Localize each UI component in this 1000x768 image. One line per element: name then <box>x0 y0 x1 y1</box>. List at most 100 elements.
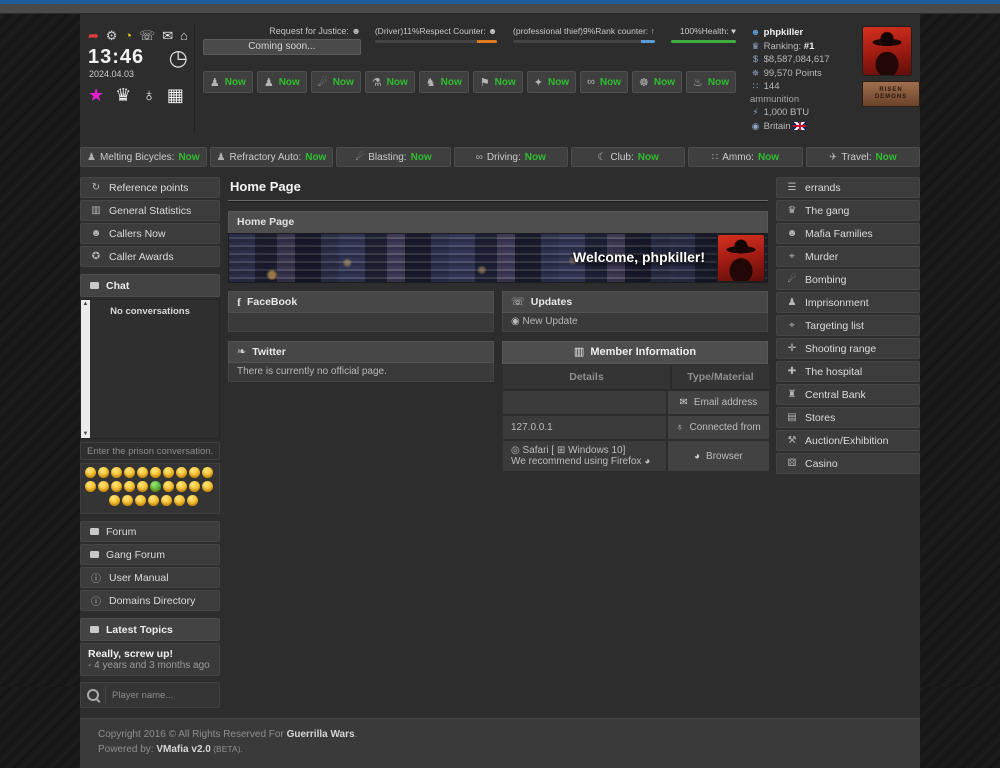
grid-icon[interactable]: ▦ <box>167 85 184 106</box>
quick-action-button[interactable]: ⚗ Now <box>365 71 415 93</box>
emoji-icon[interactable] <box>163 467 174 478</box>
settings-icon[interactable]: ⚙ <box>106 28 118 44</box>
quick-action-button[interactable]: ♟ Now <box>203 71 253 93</box>
emoji-icon[interactable] <box>150 467 161 478</box>
updates-item[interactable]: ◉ New Update <box>502 313 768 332</box>
sidebar-item[interactable]: ⚒ Auction/Exhibition <box>776 430 920 451</box>
sidebar-item[interactable]: ♟ Imprisonment <box>776 292 920 313</box>
sidebar-item[interactable]: ♜ Central Bank <box>776 384 920 405</box>
emoji-icon[interactable] <box>98 467 109 478</box>
sidebar-item[interactable]: ✚ The hospital <box>776 361 920 382</box>
emoji-icon[interactable] <box>124 467 135 478</box>
chat-input[interactable] <box>80 442 220 460</box>
quick-action-icon: ⚗ <box>372 76 382 89</box>
emoji-icon[interactable] <box>137 481 148 492</box>
emoji-icon[interactable] <box>137 467 148 478</box>
facebook-panel-body <box>228 313 494 332</box>
emoji-icon[interactable] <box>98 481 109 492</box>
chat-scrollbar[interactable]: ▲ ▼ <box>81 300 90 438</box>
engine-name: VMafia v2.0 <box>156 744 210 755</box>
quick-action-button[interactable]: ♟ Now <box>257 71 307 93</box>
sidebar-item[interactable]: ▤ Stores <box>776 407 920 428</box>
home-icon[interactable]: ⌂ <box>180 28 188 44</box>
quick-action-button[interactable]: ∞ Now <box>580 71 628 93</box>
sidebar-item-icon: ✚ <box>786 366 798 377</box>
nav-button[interactable]: ♟ Melting Bicycles: Now <box>80 147 207 167</box>
emoji-icon[interactable] <box>174 495 185 506</box>
megaphone-icon[interactable]: ☏ <box>139 28 155 44</box>
quick-action-button[interactable]: ♞ Now <box>419 71 469 93</box>
nav-icon: ∷ <box>712 152 718 163</box>
sidebar-item[interactable]: ♛ The gang <box>776 200 920 221</box>
nav-button[interactable]: ∷ Ammo: Now <box>688 147 802 167</box>
emoji-icon[interactable] <box>135 495 146 506</box>
star-icon[interactable]: ★ <box>88 85 104 106</box>
sidebar-link[interactable]: ⓘ User Manual <box>80 567 220 588</box>
emoji-icon[interactable] <box>202 481 213 492</box>
nav-button[interactable]: ☾ Club: Now <box>571 147 685 167</box>
gauge-icon[interactable]: ◔ <box>124 28 132 44</box>
quick-action-button[interactable]: ☄ Now <box>311 71 361 93</box>
topic-title[interactable]: Really, screw up! <box>88 648 212 660</box>
emoji-icon[interactable] <box>163 481 174 492</box>
emoji-icon[interactable] <box>161 495 172 506</box>
gang-badge[interactable]: RISEN DEMONS <box>862 81 920 107</box>
player-avatar[interactable] <box>862 26 912 76</box>
emoji-icon[interactable] <box>111 481 122 492</box>
quick-action-button[interactable]: ☸ Now <box>632 71 682 93</box>
scroll-down-arrow[interactable]: ▼ <box>81 431 90 437</box>
emoji-icon[interactable] <box>111 467 122 478</box>
emoji-icon[interactable] <box>124 481 135 492</box>
sidebar-item[interactable]: ⚄ Casino <box>776 453 920 474</box>
table-row: ◎ Safari [ ⊞ Windows 10] We recommend us… <box>503 441 769 473</box>
sidebar-item[interactable]: ⌖ Murder <box>776 246 920 267</box>
emoji-icon[interactable] <box>109 495 120 506</box>
emoji-icon[interactable] <box>122 495 133 506</box>
logout-icon[interactable]: ➦ <box>88 28 99 44</box>
quick-action-button[interactable]: ✦ Now <box>527 71 576 93</box>
emoji-icon[interactable] <box>187 495 198 506</box>
coming-soon-bar: Coming soon... <box>203 39 361 55</box>
emoji-icon[interactable] <box>85 481 96 492</box>
nav-button[interactable]: ☄ Blasting: Now <box>336 147 450 167</box>
emoji-icon[interactable] <box>189 467 200 478</box>
sidebar-item[interactable]: ✛ Shooting range <box>776 338 920 359</box>
sidebar-item[interactable]: ▥ General Statistics <box>80 200 220 221</box>
search-icon[interactable] <box>87 689 99 701</box>
sidebar-link-icon <box>90 528 99 535</box>
welcome-message: Welcome, phpkiller! <box>573 249 705 265</box>
emoji-icon[interactable] <box>150 481 161 492</box>
scroll-up-arrow[interactable]: ▲ <box>81 301 90 307</box>
nav-button[interactable]: ♟ Refractory Auto: Now <box>210 147 334 167</box>
emoji-icon[interactable] <box>176 467 187 478</box>
emoji-icon[interactable] <box>148 495 159 506</box>
player-name[interactable]: phpkiller <box>764 27 804 38</box>
trophy-icon[interactable]: ♛ <box>115 85 131 106</box>
nav-button[interactable]: ✈ Travel: Now <box>806 147 920 167</box>
toolbar-icons-row: ➦ ⚙ ◔ ☏ ✉ ⌂ <box>88 28 188 44</box>
sidebar-item[interactable]: ☻ Mafia Families <box>776 223 920 244</box>
header-middle-panel: Request for Justice: ☻ Coming soon... (D… <box>195 24 742 133</box>
quick-action-button[interactable]: ⚑ Now <box>473 71 523 93</box>
emoji-icon[interactable] <box>176 481 187 492</box>
globe-icon[interactable]: ♁ <box>142 85 156 106</box>
sidebar-item[interactable]: ☻ Callers Now <box>80 223 220 244</box>
latest-topic[interactable]: Really, screw up! - 4 years and 3 months… <box>80 643 220 676</box>
nav-button[interactable]: ∞ Driving: Now <box>454 147 568 167</box>
sidebar-item-icon: ⌖ <box>786 320 798 331</box>
mail-icon[interactable]: ✉ <box>162 28 173 44</box>
sidebar-item[interactable]: ✪ Caller Awards <box>80 246 220 267</box>
quick-action-button[interactable]: ♨ Now <box>686 71 736 93</box>
emoji-icon[interactable] <box>189 481 200 492</box>
sidebar-item[interactable]: ☰ errands <box>776 177 920 198</box>
topic-timestamp: - 4 years and 3 months ago <box>88 660 212 671</box>
sidebar-link[interactable]: Forum <box>80 521 220 542</box>
emoji-icon[interactable] <box>85 467 96 478</box>
sidebar-item[interactable]: ☄ Bombing <box>776 269 920 290</box>
sidebar-item[interactable]: ⌖ Targeting list <box>776 315 920 336</box>
sidebar-item[interactable]: ↻ Reference points <box>80 177 220 198</box>
sidebar-link[interactable]: Gang Forum <box>80 544 220 565</box>
sidebar-link[interactable]: ⓘ Domains Directory <box>80 590 220 611</box>
player-search-input[interactable] <box>105 686 213 704</box>
emoji-icon[interactable] <box>202 467 213 478</box>
